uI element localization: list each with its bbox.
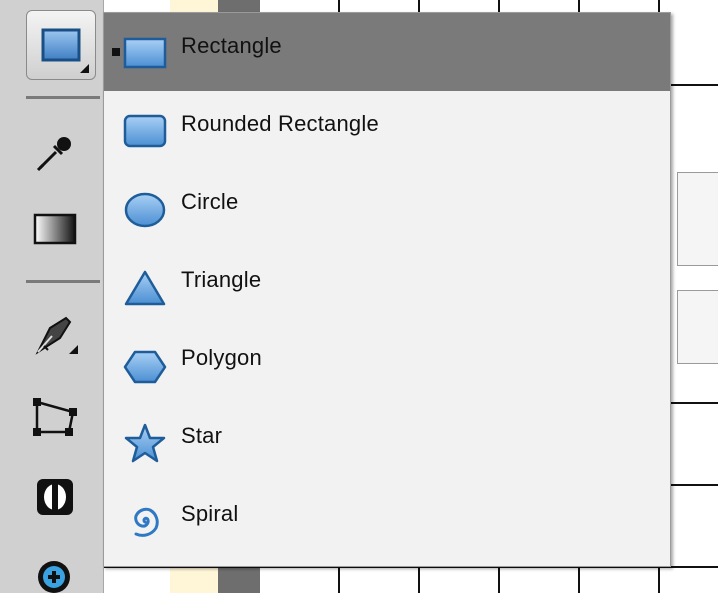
mask-tool-button[interactable] <box>24 466 86 528</box>
rounded-rectangle-icon <box>122 107 168 153</box>
menu-item-label: Rounded Rectangle <box>181 111 379 136</box>
rectangle-icon <box>41 28 81 62</box>
menu-item-circle[interactable]: Circle <box>104 169 670 247</box>
eyedropper-tool-button[interactable] <box>24 122 86 184</box>
distort-icon <box>33 398 77 436</box>
rectangle-icon <box>122 29 168 75</box>
submenu-indicator-icon <box>80 64 89 73</box>
side-panel-box <box>677 172 718 266</box>
gradient-icon <box>33 213 77 245</box>
star-icon <box>122 419 168 465</box>
submenu-indicator-icon <box>69 345 78 354</box>
menu-item-label: Triangle <box>181 267 262 292</box>
distort-tool-button[interactable] <box>24 386 86 448</box>
selected-bullet-icon <box>112 48 120 56</box>
menu-item-polygon[interactable]: Polygon <box>104 325 670 403</box>
menu-item-label: Star <box>181 423 223 448</box>
triangle-icon <box>122 263 168 309</box>
pen-tool-button[interactable] <box>24 304 86 366</box>
tool-palette <box>0 0 104 593</box>
menu-item-rectangle[interactable]: Rectangle <box>104 13 670 91</box>
menu-item-triangle[interactable]: Triangle <box>104 247 670 325</box>
menu-item-label: Spiral <box>181 501 239 526</box>
circle-icon <box>122 185 168 231</box>
zoom-tool-button[interactable] <box>34 555 74 593</box>
menu-item-spiral[interactable]: Spiral <box>104 481 670 559</box>
toolbar-separator <box>26 96 100 99</box>
shape-dropdown-menu: Rectangle Rounded Rectangle Circle Trian… <box>103 12 671 567</box>
shape-tool-button[interactable] <box>26 10 96 80</box>
menu-item-label: Rectangle <box>181 33 282 58</box>
zoom-icon <box>38 561 70 593</box>
mask-icon <box>37 479 73 515</box>
polygon-icon <box>122 341 168 387</box>
menu-item-label: Polygon <box>181 345 262 370</box>
menu-item-label: Circle <box>181 189 239 214</box>
menu-item-rounded-rectangle[interactable]: Rounded Rectangle <box>104 91 670 169</box>
menu-item-star[interactable]: Star <box>104 403 670 481</box>
side-panel-box <box>677 290 718 364</box>
toolbar-separator <box>26 280 100 283</box>
spiral-icon <box>122 497 168 543</box>
eyedropper-icon <box>36 137 71 172</box>
gradient-tool-button[interactable] <box>24 198 86 260</box>
